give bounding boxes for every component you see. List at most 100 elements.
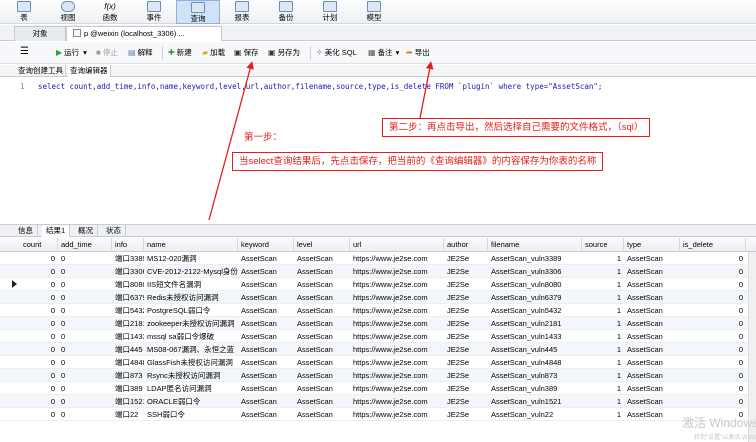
column-header-type[interactable]: type [624,238,680,252]
cell-keyword[interactable]: AssetScan [238,382,294,395]
cell-add-time[interactable]: 0 [58,252,112,265]
cell-author[interactable]: JE2Se [444,317,488,330]
comment-dropdown-icon[interactable]: ▾ [396,48,400,57]
cell-add-time[interactable]: 0 [58,369,112,382]
run-dropdown-icon[interactable]: ▾ [83,48,87,57]
tab-result1[interactable]: 结果1 [42,225,71,237]
cell-info[interactable]: 端口3389 [112,252,144,265]
cell-url[interactable]: https://www.je2se.com [350,369,444,382]
cell-author[interactable]: JE2Se [444,369,488,382]
cell-keyword[interactable]: AssetScan [238,356,294,369]
cell-source[interactable]: 1 [582,291,624,304]
column-header-count[interactable]: count [20,238,58,252]
cell-author[interactable]: JE2Se [444,382,488,395]
cell-is-delete[interactable]: 0 [680,382,746,395]
comment-button[interactable]: ▦ 备注 ▾ [368,46,399,60]
cell-type[interactable]: AssetScan [624,291,680,304]
cell-level[interactable]: AssetScan [294,265,350,278]
cell-add-time[interactable]: 0 [58,291,112,304]
cell-type[interactable]: AssetScan [624,356,680,369]
cell-add-time[interactable]: 0 [58,265,112,278]
load-button[interactable]: ▰ 加载 [202,46,225,60]
column-header-add-time[interactable]: add_time [58,238,112,252]
column-header-is-delete[interactable]: is_delete [680,238,746,252]
cell-source[interactable]: 1 [582,265,624,278]
table-row[interactable]: 0 0 端口445 MS08-067漏洞、永恒之蓝 AssetScan AssetScan… [0,343,756,356]
run-button[interactable]: ▶ 运行 ▾ [56,46,87,60]
cell-info[interactable]: 端口389 [112,382,144,395]
sql-editor[interactable]: 1 select count,add_time,info,name,keywor… [0,78,756,224]
toolbar-model-button[interactable]: 模型 [352,0,396,24]
cell-name[interactable]: Redis未授权访问漏洞 [144,291,238,304]
sql-text[interactable]: select count,add_time,info,name,keyword,… [38,82,602,91]
cell-is-delete[interactable]: 0 [680,278,746,291]
cell-keyword[interactable]: AssetScan [238,369,294,382]
cell-info[interactable]: 端口3306 [112,265,144,278]
cell-count[interactable]: 0 [20,265,58,278]
save-as-button[interactable]: ▣ 另存为 [268,46,300,60]
tab-objects[interactable]: 对象 [14,26,66,41]
cell-is-delete[interactable]: 0 [680,369,746,382]
cell-filename[interactable]: AssetScan_vuln2181 [488,317,582,330]
cell-filename[interactable]: AssetScan_vuln22 [488,408,582,421]
cell-info[interactable]: 端口1521 [112,395,144,408]
cell-type[interactable]: AssetScan [624,278,680,291]
column-header-name[interactable]: name [144,238,238,252]
cell-name[interactable]: MS08-067漏洞、永恒之蓝 [144,343,238,356]
cell-name[interactable]: LDAP匿名访问漏洞 [144,382,238,395]
stop-button[interactable]: ■ 停止 [96,46,118,60]
cell-count[interactable]: 0 [20,356,58,369]
toolbar-query-button[interactable]: 查询 [176,0,220,24]
column-header-filename[interactable]: filename [488,238,582,252]
cell-level[interactable]: AssetScan [294,317,350,330]
cell-keyword[interactable]: AssetScan [238,278,294,291]
cell-source[interactable]: 1 [582,317,624,330]
cell-info[interactable]: 端口8080 [112,278,144,291]
menu-icon[interactable]: ☰ [20,46,30,58]
cell-keyword[interactable]: AssetScan [238,343,294,356]
cell-add-time[interactable]: 0 [58,343,112,356]
toolbar-function-button[interactable]: f(x) 函数 [88,0,132,24]
cell-url[interactable]: https://www.je2se.com [350,395,444,408]
cell-info[interactable]: 端口5432 [112,304,144,317]
cell-filename[interactable]: AssetScan_vuln445 [488,343,582,356]
cell-keyword[interactable]: AssetScan [238,317,294,330]
cell-type[interactable]: AssetScan [624,317,680,330]
cell-keyword[interactable]: AssetScan [238,330,294,343]
cell-name[interactable]: ORACLE弱口令 [144,395,238,408]
cell-count[interactable]: 0 [20,252,58,265]
cell-filename[interactable]: AssetScan_vuln3389 [488,252,582,265]
toolbar-view-button[interactable]: 视图 [46,0,90,24]
cell-count[interactable]: 0 [20,291,58,304]
cell-type[interactable]: AssetScan [624,343,680,356]
cell-level[interactable]: AssetScan [294,395,350,408]
cell-type[interactable]: AssetScan [624,395,680,408]
cell-type[interactable]: AssetScan [624,252,680,265]
table-row[interactable]: 0 0 端口873 Rsync未授权访问漏洞 AssetScan AssetScan htt… [0,369,756,382]
cell-url[interactable]: https://www.je2se.com [350,278,444,291]
cell-filename[interactable]: AssetScan_vuln389 [488,382,582,395]
cell-url[interactable]: https://www.je2se.com [350,252,444,265]
cell-author[interactable]: JE2Se [444,408,488,421]
cell-name[interactable]: MS12-020漏洞 [144,252,238,265]
cell-author[interactable]: JE2Se [444,291,488,304]
cell-type[interactable]: AssetScan [624,265,680,278]
cell-source[interactable]: 1 [582,408,624,421]
cell-is-delete[interactable]: 0 [680,395,746,408]
cell-url[interactable]: https://www.je2se.com [350,356,444,369]
cell-type[interactable]: AssetScan [624,408,680,421]
table-row[interactable]: 0 0 端口3389 MS12-020漏洞 AssetScan AssetScan http… [0,252,756,265]
cell-url[interactable]: https://www.je2se.com [350,330,444,343]
cell-info[interactable]: 端口4848 [112,356,144,369]
cell-count[interactable]: 0 [20,278,58,291]
cell-filename[interactable]: AssetScan_vuln873 [488,369,582,382]
cell-name[interactable]: PostgreSQL弱口令 [144,304,238,317]
cell-level[interactable]: AssetScan [294,343,350,356]
cell-filename[interactable]: AssetScan_vuln4848 [488,356,582,369]
cell-level[interactable]: AssetScan [294,356,350,369]
cell-name[interactable]: SSH弱口令 [144,408,238,421]
cell-source[interactable]: 1 [582,330,624,343]
beautify-sql-button[interactable]: ✧ 美化 SQL [316,46,357,60]
cell-filename[interactable]: AssetScan_vuln5432 [488,304,582,317]
toolbar-event-button[interactable]: 事件 [132,0,176,24]
